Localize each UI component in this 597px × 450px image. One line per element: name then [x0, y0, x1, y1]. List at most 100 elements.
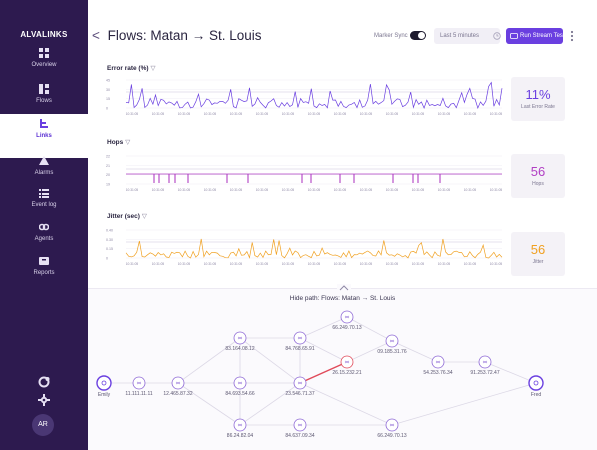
y-tick-label: 19	[106, 183, 110, 187]
x-tick-label: 10:31:05	[438, 262, 451, 266]
error-rate-stat: 11% Last Error Rate	[511, 77, 565, 121]
sidebar-item-label: Alarms	[34, 170, 54, 176]
sidebar-item-label: Flows	[36, 98, 52, 104]
hop-node[interactable]: 11.111.11.11	[125, 376, 153, 397]
run-stream-test-button[interactable]: Run Stream Test	[506, 28, 565, 44]
endpoint-node[interactable]: Emily	[96, 375, 112, 398]
brand-logo: ALVALINKS	[20, 30, 68, 39]
hop-node[interactable]: 66.249.70.13	[332, 310, 362, 331]
path-edge	[239, 382, 301, 426]
filter-icon[interactable]: ▽	[142, 213, 147, 220]
filter-icon[interactable]: ▽	[151, 65, 156, 72]
hop-node[interactable]: 23.546.71.37	[285, 376, 315, 397]
stream-icon	[510, 33, 518, 39]
node-label: 66.249.70.13	[332, 325, 361, 331]
stat-label: Hops	[532, 181, 544, 187]
path-edge	[177, 337, 241, 384]
avatar[interactable]: AR	[32, 414, 54, 436]
path-section: Hide path: Flows: Matan → St. Louis Emil…	[88, 284, 597, 450]
x-tick-label: 10:31:05	[464, 262, 477, 266]
path-edge	[299, 382, 393, 426]
reports-icon	[39, 257, 49, 265]
hop-node[interactable]: 86.24.82.04	[227, 418, 254, 439]
stat-label: Jitter	[532, 259, 544, 265]
hops-chart: 22 21 20 19 10:31:05 10:31:05 10:31:05 10:31:05…	[106, 155, 502, 193]
node-label: 54.253.76.34	[423, 370, 452, 376]
gear-icon[interactable]	[38, 394, 50, 406]
x-tick-label: 10:31:05	[282, 262, 295, 266]
y-tick-label: 21	[106, 164, 110, 168]
node-label: 11.111.11.11	[125, 391, 153, 397]
page-title: < Flows: Matan → St. Louis	[92, 28, 262, 43]
node-label: Fred	[531, 392, 542, 398]
hop-node[interactable]: 84.768.65.91	[285, 331, 315, 352]
y-tick-label: 45	[106, 79, 110, 83]
node-label: 84.637.09.34	[285, 433, 314, 439]
x-tick-label: 10:31:05	[464, 188, 477, 192]
x-tick-label: 10:31:05	[360, 112, 373, 116]
sidebar-item-reports[interactable]: Reports	[0, 256, 88, 300]
x-tick-label: 10:31:05	[256, 112, 269, 116]
page-header: < Flows: Matan → St. Louis Marker Sync L…	[88, 22, 597, 52]
endpoint-node[interactable]: Fred	[528, 375, 544, 398]
x-tick-label: 10:31:05	[126, 262, 139, 266]
y-tick-label: 0.30	[106, 238, 113, 242]
filter-icon[interactable]: ▽	[125, 139, 130, 146]
x-tick-label: 10:31:05	[308, 262, 321, 266]
back-chevron-icon[interactable]: <	[92, 28, 100, 43]
sidebar-item-label: Agents	[34, 236, 54, 242]
node-label: 84.768.65.91	[285, 346, 314, 352]
x-tick-label: 10:31:05	[360, 188, 373, 192]
x-tick-label: 10:31:05	[282, 188, 295, 192]
y-tick-label: 22	[106, 155, 110, 159]
x-tick-label: 10:31:05	[230, 262, 243, 266]
marker-sync-toggle[interactable]	[410, 31, 426, 40]
node-label: 91.253.72.47	[470, 370, 499, 376]
sidebar-item-links[interactable]: Links	[0, 114, 88, 158]
y-tick-label: 0.15	[106, 247, 113, 251]
x-tick-label: 10:31:05	[152, 112, 165, 116]
sidebar-item-label: Reports	[33, 270, 55, 276]
time-range-select[interactable]: Last 5 minutes	[434, 28, 500, 44]
x-tick-label: 10:31:05	[386, 262, 399, 266]
links-icon	[40, 119, 48, 128]
y-tick-label: 0	[106, 257, 108, 261]
error-rate-title: Error rate (%) ▽	[107, 65, 156, 72]
x-tick-label: 10:31:05	[386, 112, 399, 116]
jitter-chart: 0.40 0.30 0.15 0 10:31:05 10:31:05 10:31:05 10:…	[106, 229, 502, 267]
integrations-icon[interactable]	[38, 376, 50, 388]
x-tick-label: 10:31:05	[464, 112, 477, 116]
y-tick-label: 20	[106, 173, 110, 177]
hops-title: Hops ▽	[107, 139, 131, 146]
x-tick-label: 10:31:05	[308, 188, 321, 192]
hop-node[interactable]: 12.465.87.32	[163, 376, 193, 397]
stat-label: Last Error Rate	[521, 104, 555, 110]
x-tick-label: 10:31:05	[308, 112, 321, 116]
x-tick-label: 10:31:05	[204, 112, 217, 116]
y-tick-label: 15	[106, 97, 110, 101]
node-label: 84.693.54.66	[225, 391, 254, 397]
x-tick-label: 10:31:05	[334, 262, 347, 266]
stat-value: 11%	[525, 87, 551, 102]
hop-node[interactable]: 84.693.54.66	[225, 376, 255, 397]
more-options-icon[interactable]	[568, 28, 576, 44]
x-tick-label: 10:31:05	[178, 188, 191, 192]
y-tick-label: 30	[106, 88, 110, 92]
sidebar-item-label: Event log	[31, 202, 57, 208]
hop-node[interactable]: 83.164.08.12	[225, 331, 255, 352]
sidebar: ALVALINKS Overview Flows Links Alarms Ev…	[0, 0, 88, 450]
hop-node[interactable]: 54.253.76.34	[423, 355, 453, 376]
node-label: 66.249.70.13	[377, 433, 406, 439]
clock-icon	[493, 32, 501, 40]
x-tick-label: 10:31:05	[178, 262, 191, 266]
path-edge	[177, 382, 241, 426]
error-rate-chart: 45 30 15 0 10:31:05 10:31:05 10:31:05 10:31:05 1…	[106, 79, 502, 117]
grid-icon	[39, 48, 49, 58]
hop-node[interactable]: 84.637.09.34	[285, 418, 315, 439]
x-tick-label: 10:31:05	[334, 112, 347, 116]
flows-icon	[39, 84, 49, 94]
y-tick-label: 0.40	[106, 229, 113, 233]
node-circle	[96, 375, 112, 391]
x-tick-label: 10:31:05	[334, 188, 347, 192]
hop-node[interactable]: 09.185.31.76	[377, 334, 407, 355]
